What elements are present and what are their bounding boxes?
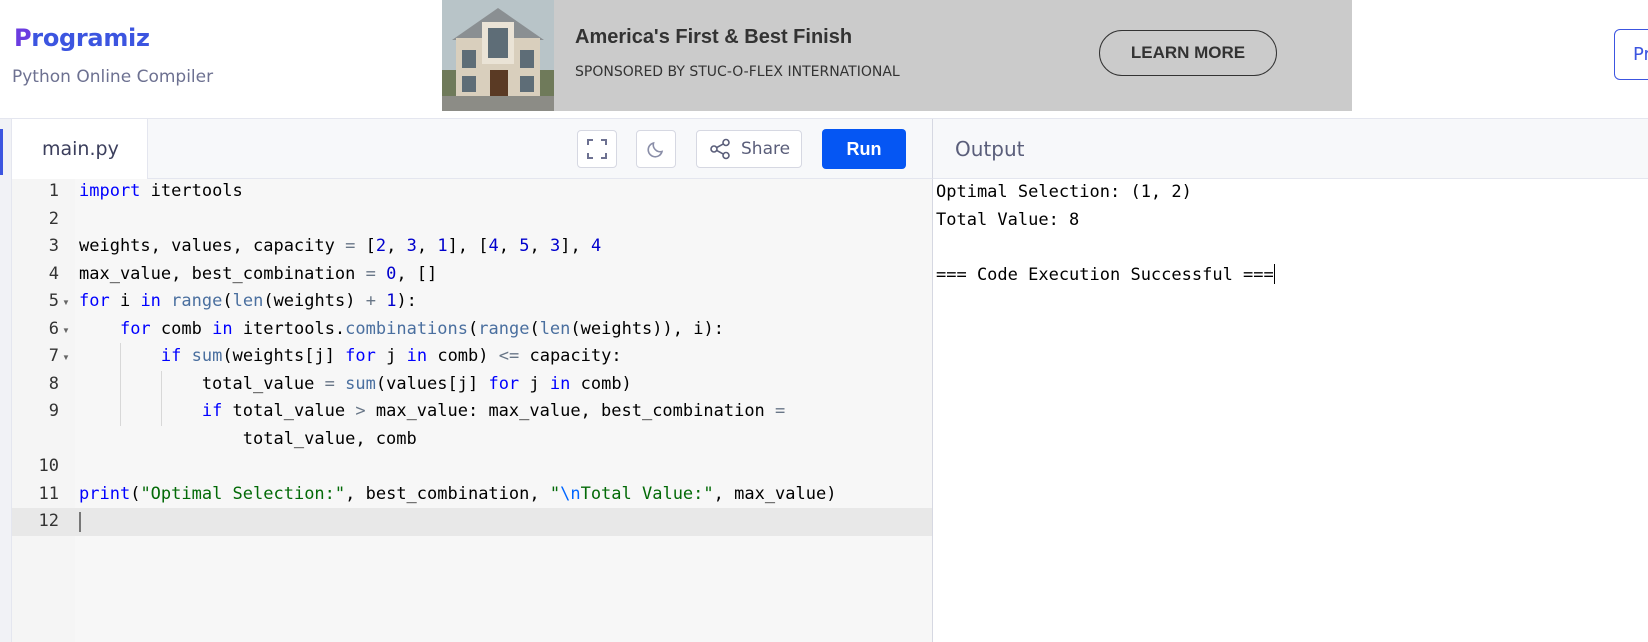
code-line[interactable]: 9 if total_value > max_value: max_value,… [12, 398, 932, 453]
output-console[interactable]: Optimal Selection: (1, 2) Total Value: 8… [932, 179, 1648, 642]
editor-toolbar: main.py Share Run [12, 119, 932, 179]
text-cursor [79, 512, 81, 532]
site-header: Programiz Python Online Compiler America… [0, 0, 1648, 119]
fullscreen-icon [587, 139, 607, 159]
page-subtitle: Python Online Compiler [12, 67, 214, 87]
dark-mode-icon [647, 141, 664, 158]
line-number: 5 [48, 291, 59, 311]
code-line[interactable]: 10 [12, 453, 932, 481]
line-number: 1 [48, 181, 59, 201]
run-button[interactable]: Run [822, 129, 906, 169]
code-text: if sum(weights[j] for j in comb) <= capa… [160, 346, 622, 366]
output-cursor [1273, 263, 1276, 284]
file-tab-main-py[interactable]: main.py [12, 119, 148, 179]
code-line-active[interactable]: 12 [12, 508, 932, 536]
fold-arrow-icon[interactable]: ▼ [62, 353, 70, 362]
code-text: print("Optimal Selection:", best_combina… [79, 483, 837, 504]
fold-arrow-icon[interactable]: ▼ [62, 326, 70, 335]
code-text: if total_value > max_value: max_value, b… [201, 401, 786, 449]
advertisement-banner[interactable]: America's First & Best Finish SPONSORED … [442, 0, 1352, 111]
line-number: 4 [48, 263, 59, 284]
programiz-logo[interactable]: Programiz [14, 24, 150, 52]
output-title: Output [955, 136, 1025, 161]
learn-more-button[interactable]: LEARN MORE [1099, 30, 1277, 76]
line-number: 3 [48, 236, 59, 256]
code-text: import itertools [79, 181, 243, 201]
code-line[interactable]: 5 ▼ for i in range(len(weights) + 1): [12, 288, 932, 316]
code-text: for i in range(len(weights) + 1): [79, 291, 417, 311]
output-line: === Code Execution Successful === [933, 262, 1648, 290]
rail-active-indicator [0, 129, 3, 175]
output-line: Total Value: 8 [936, 209, 1080, 230]
code-text: total_value = sum(values[j] for j in com… [79, 373, 632, 394]
code-text: weights, values, capacity = [2, 3, 1], [… [79, 236, 602, 256]
share-button[interactable]: Share [696, 130, 802, 168]
premium-button[interactable]: Pr [1614, 29, 1648, 80]
code-text: for comb in itertools.combinations(range… [119, 318, 724, 339]
output-line-text: === Code Execution Successful === [936, 264, 1274, 285]
ad-headline: America's First & Best Finish [575, 26, 853, 48]
dark-mode-button[interactable] [636, 130, 676, 168]
line-number: 11 [38, 483, 59, 504]
line-number: 6 [48, 318, 59, 339]
line-number: 8 [48, 373, 59, 394]
code-line[interactable]: 1 import itertools [12, 178, 932, 206]
logo-initial: P [14, 24, 32, 52]
ad-sponsor: SPONSORED BY STUC-O-FLEX INTERNATIONAL [575, 64, 900, 80]
code-line[interactable]: 3 weights, values, capacity = [2, 3, 1],… [12, 233, 932, 261]
line-number: 10 [38, 456, 59, 476]
code-line[interactable]: 2 [12, 206, 932, 234]
line-number: 9 [48, 401, 59, 421]
code-line[interactable]: 7 ▼ if sum(weights[j] for j in comb) <= … [12, 343, 932, 371]
code-text: max_value, best_combination = 0, [] [79, 263, 438, 284]
line-number: 12 [38, 511, 59, 531]
code-lines[interactable]: 1 import itertools 2 3 weights, values, … [12, 178, 932, 536]
line-number: 2 [48, 208, 59, 229]
left-rail [0, 119, 12, 642]
output-line: Optimal Selection: (1, 2) [936, 182, 1192, 202]
code-line[interactable]: 11 print("Optimal Selection:", best_comb… [12, 481, 932, 509]
share-icon [710, 138, 730, 160]
code-line[interactable]: 8 total_value = sum(values[j] for j in c… [12, 370, 932, 398]
share-label: Share [741, 139, 791, 159]
line-number: 7 [48, 346, 59, 366]
fullscreen-button[interactable] [577, 130, 617, 168]
code-line[interactable]: 6 ▼ for comb in itertools.combinations(r… [12, 316, 932, 344]
ad-house-image [442, 0, 554, 111]
logo-text: rogramiz [31, 24, 150, 52]
code-line[interactable]: 4 max_value, best_combination = 0, [] [12, 261, 932, 289]
fold-arrow-icon[interactable]: ▼ [62, 298, 70, 307]
output-header: Output [932, 119, 1648, 179]
